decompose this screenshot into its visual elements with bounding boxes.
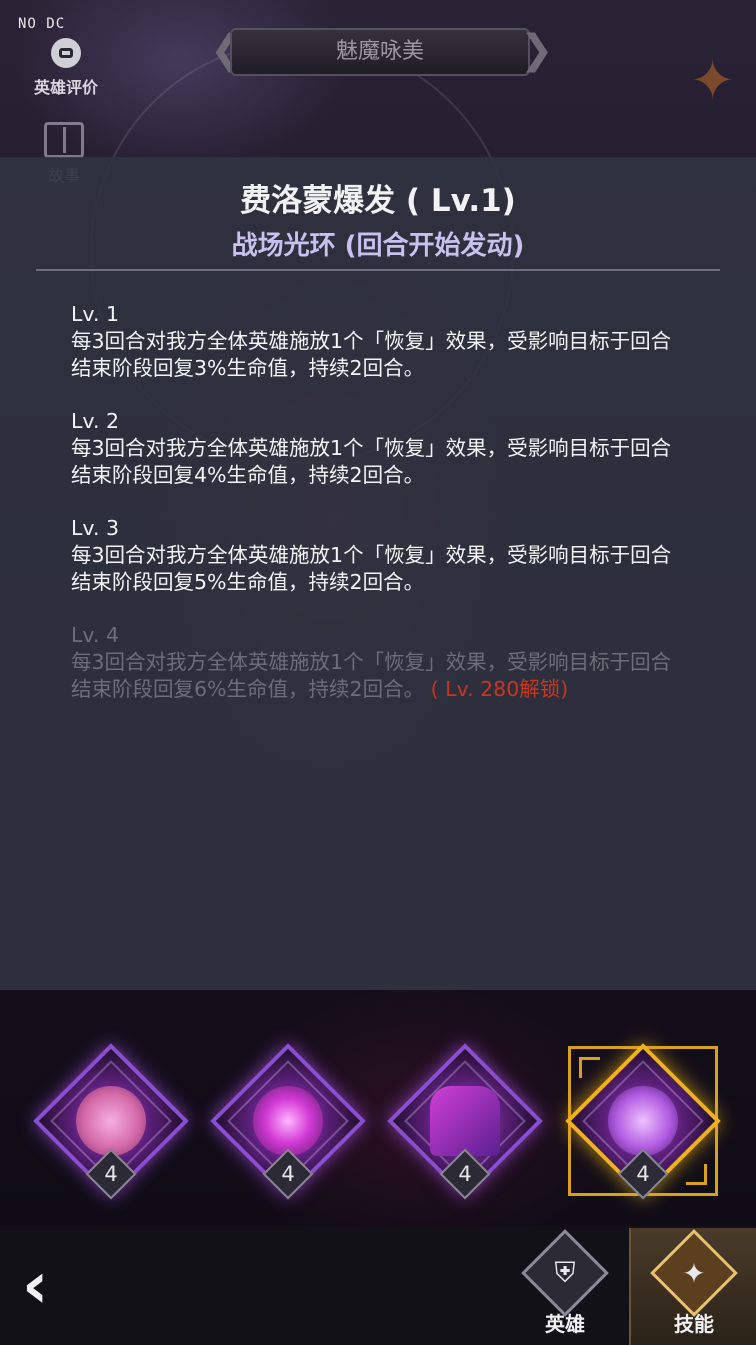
skill-level-entry: Lv. 2 每3回合对我方全体英雄施放1个「恢复」效果，受影响目标于回合结束阶段… (71, 408, 691, 489)
nav-skill-button[interactable]: ✦ 技能 (629, 1228, 756, 1345)
skill-level-number: 4 (458, 1162, 472, 1186)
skill-level-number: 4 (104, 1162, 118, 1186)
skill-slot-3[interactable]: 4 (387, 1043, 543, 1200)
background-star-icon: ✦ (690, 49, 736, 112)
skill-slot-4-selected[interactable]: 4 (565, 1043, 721, 1200)
silhouettes-icon (430, 1086, 500, 1156)
level-description: 每3回合对我方全体英雄施放1个「恢复」效果，受影响目标于回合结束阶段回复5%生命… (71, 543, 672, 594)
level-title: Lv. 2 (71, 409, 120, 433)
skill-detail-panel: 费洛蒙爆发 ( Lv.1) 战场光环 (回合开始发动) Lv. 1 每3回合对我… (0, 157, 756, 990)
hero-name-plate: 魅魔咏美 (230, 28, 530, 76)
nav-hero-button[interactable]: ⛨ 英雄 (502, 1228, 628, 1345)
skill-type: 战场光环 (回合开始发动) (231, 231, 525, 261)
pocket-watch-icon (76, 1086, 146, 1156)
skill-level-entry: Lv. 3 每3回合对我方全体英雄施放1个「恢复」效果，受影响目标于回合结束阶段… (71, 515, 691, 596)
skill-slot-2[interactable]: 4 (210, 1043, 366, 1200)
chat-bubble-icon (51, 38, 81, 68)
next-hero-arrow-icon[interactable]: ❯ (520, 28, 554, 72)
skill-level-entry: Lv. 1 每3回合对我方全体英雄施放1个「恢复」效果，受影响目标于回合结束阶段… (71, 301, 691, 382)
book-icon (44, 122, 84, 158)
level-title: Lv. 1 (71, 302, 120, 326)
hero-evaluation-button[interactable]: 英雄评价 (24, 38, 108, 100)
level-title: Lv. 4 (71, 623, 120, 647)
hero-evaluation-label: 英雄评价 (33, 78, 98, 97)
debug-label: NO DC (18, 16, 66, 32)
skill-name: 费洛蒙爆发 ( Lv.1) (240, 183, 516, 219)
skill-slot-1[interactable]: 4 (33, 1043, 189, 1200)
back-arrow-icon[interactable]: ‹ (22, 1254, 72, 1318)
level-description: 每3回合对我方全体英雄施放1个「恢复」效果，受影响目标于回合结束阶段回复3%生命… (71, 329, 672, 380)
divider (36, 269, 720, 271)
level-title: Lv. 3 (71, 516, 120, 540)
skill-level-number: 4 (281, 1162, 295, 1186)
hero-helmet-icon: ⛨ (521, 1229, 609, 1317)
pink-orb-icon (253, 1086, 323, 1156)
level-description: 每3回合对我方全体英雄施放1个「恢复」效果，受影响目标于回合结束阶段回复6%生命… (71, 650, 672, 701)
skill-level-number: 4 (636, 1162, 650, 1186)
unlock-requirement: ( Lv. 280解锁) (424, 677, 569, 701)
succubus-icon (608, 1086, 678, 1156)
skill-star-icon: ✦ (650, 1229, 738, 1317)
level-description: 每3回合对我方全体英雄施放1个「恢复」效果，受影响目标于回合结束阶段回复4%生命… (71, 436, 672, 487)
skill-level-entry-locked: Lv. 4 每3回合对我方全体英雄施放1个「恢复」效果，受影响目标于回合结束阶段… (71, 622, 691, 703)
skill-level-list: Lv. 1 每3回合对我方全体英雄施放1个「恢复」效果，受影响目标于回合结束阶段… (71, 301, 691, 729)
